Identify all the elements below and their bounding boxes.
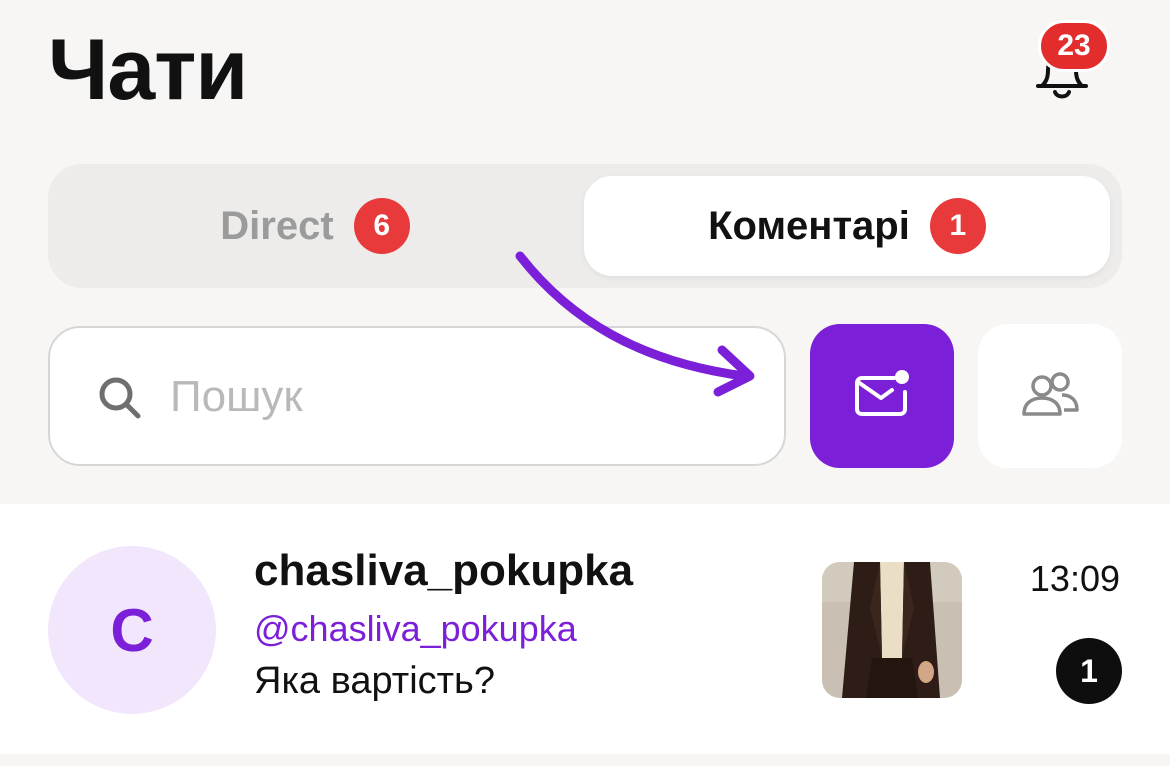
- notifications-badge: 23: [1038, 20, 1110, 72]
- tab-direct[interactable]: Direct 6: [60, 176, 570, 276]
- search-icon: [99, 377, 141, 419]
- chat-list-item[interactable]: C chasliva_pokupka @chasliva_pokupka Яка…: [0, 504, 1170, 754]
- avatar: C: [48, 546, 216, 714]
- unread-filter-button[interactable]: [810, 324, 954, 468]
- page-title: Чати: [48, 22, 248, 118]
- chat-time: 13:09: [1029, 558, 1120, 599]
- post-thumbnail-image: [822, 562, 962, 698]
- post-thumbnail[interactable]: [822, 562, 962, 698]
- people-icon: [1022, 372, 1079, 416]
- chat-name: chasliva_pokupka: [254, 546, 634, 595]
- tab-badge: 6: [353, 198, 410, 254]
- unread-badge: 1: [1056, 638, 1122, 704]
- tab-label: Direct: [220, 203, 334, 248]
- mail-unread-icon: [855, 370, 909, 416]
- tab-badge: 1: [929, 198, 986, 254]
- chat-list: C chasliva_pokupka @chasliva_pokupka Яка…: [0, 504, 1170, 754]
- chat-last-message: Яка вартість?: [254, 660, 495, 702]
- contacts-filter-button[interactable]: [978, 324, 1122, 468]
- annotation-arrow: [515, 251, 755, 397]
- chat-handle: @chasliva_pokupka: [254, 608, 577, 649]
